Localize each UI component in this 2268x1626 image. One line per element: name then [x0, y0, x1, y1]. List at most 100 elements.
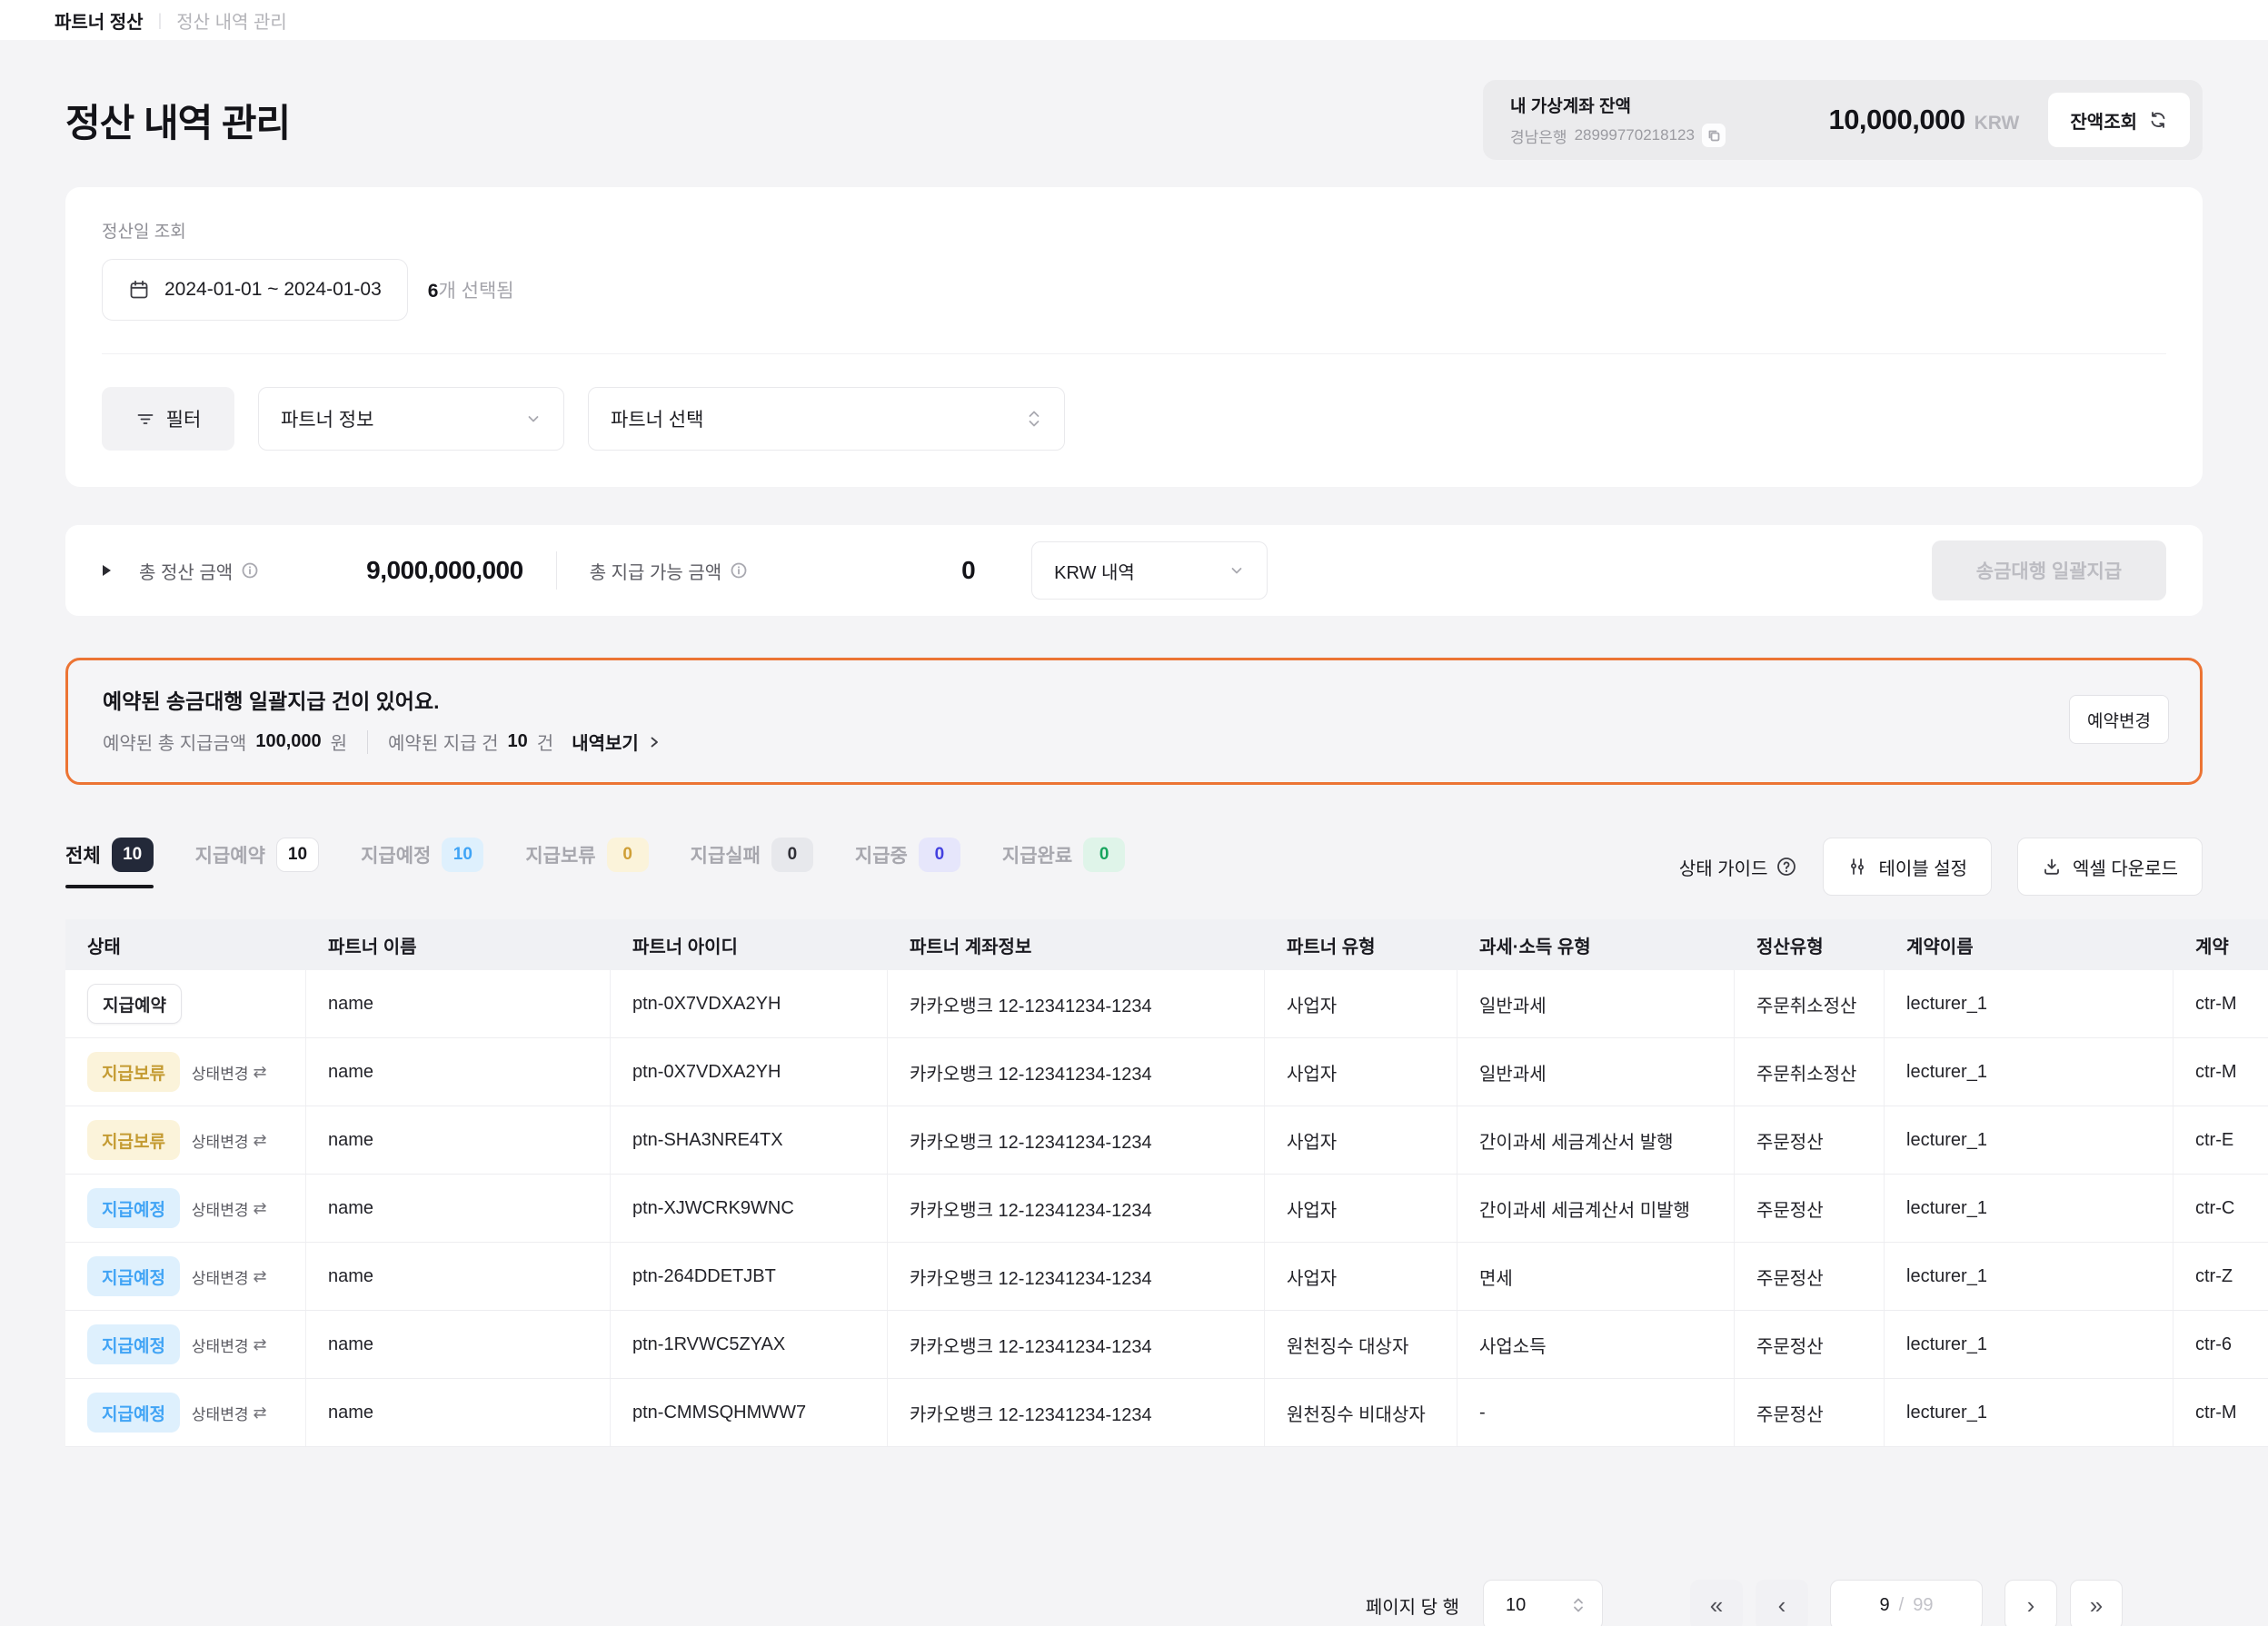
account-number: 28999770218123: [1575, 126, 1695, 144]
status-change-link[interactable]: 상태변경 ⇄: [192, 1402, 267, 1424]
status-guide[interactable]: 상태 가이드: [1679, 854, 1798, 880]
partner-name-cell: name: [306, 1106, 611, 1174]
refresh-icon: [2148, 110, 2168, 130]
info-icon[interactable]: [241, 561, 259, 580]
next-page-button[interactable]: ›: [2004, 1580, 2057, 1626]
tab-지급보류[interactable]: 지급보류0: [525, 838, 648, 888]
status-cell: 지급예약: [65, 970, 306, 1037]
reserved-count-label: 예약된 지급 건: [388, 729, 499, 755]
partner-account-cell: 카카오뱅크 12-12341234-1234: [888, 970, 1265, 1037]
copy-icon[interactable]: [1702, 124, 1726, 147]
partner-account-cell: 카카오뱅크 12-12341234-1234: [888, 1311, 1265, 1378]
tab-count-badge: 0: [1083, 838, 1125, 872]
alert-title: 예약된 송금대행 일괄지급 건이 있어요.: [103, 684, 661, 715]
table-row: 지급예정상태변경 ⇄nameptn-XJWCRK9WNC카카오뱅크 12-123…: [65, 1175, 2268, 1243]
status-badge: 지급예정: [87, 1324, 180, 1364]
table-row: 지급보류상태변경 ⇄nameptn-SHA3NRE4TX카카오뱅크 12-123…: [65, 1106, 2268, 1175]
partner-type-cell: 사업자: [1265, 1175, 1457, 1242]
status-badge: 지급예정: [87, 1393, 180, 1433]
tax-type-cell: 일반과세: [1457, 1038, 1735, 1105]
prev-page-button[interactable]: ‹: [1756, 1580, 1808, 1626]
table-settings-button[interactable]: 테이블 설정: [1823, 838, 1992, 896]
tab-지급중[interactable]: 지급중0: [855, 838, 960, 888]
contract-id-cell: ctr-6: [2174, 1311, 2268, 1378]
breadcrumb-parent[interactable]: 파트너 정산: [55, 7, 144, 34]
tabs-row: 전체10 지급예약10 지급예정10 지급보류0 지급실패0 지급중0 지급완료0 상태 가…: [65, 838, 2203, 896]
page-indicator[interactable]: 9 / 99: [1830, 1580, 1983, 1626]
rows-per-page-value: 10: [1506, 1595, 1526, 1616]
change-reservation-button[interactable]: 예약변경: [2069, 695, 2169, 744]
table-header-cell: 파트너 이름: [306, 932, 611, 958]
partner-name-cell: name: [306, 1175, 611, 1242]
partner-name-cell: name: [306, 970, 611, 1037]
payable-value: 0: [748, 556, 975, 585]
contract-id-cell: ctr-M: [2174, 1379, 2268, 1446]
filter-icon: [135, 409, 155, 429]
status-change-link[interactable]: 상태변경 ⇄: [192, 1197, 267, 1220]
first-page-button[interactable]: «: [1690, 1580, 1743, 1626]
filter-button[interactable]: 필터: [102, 387, 234, 451]
tab-지급예약[interactable]: 지급예약10: [195, 838, 319, 888]
status-change-link[interactable]: 상태변경 ⇄: [192, 1129, 267, 1152]
tax-type-cell: 사업소득: [1457, 1311, 1735, 1378]
partner-id-cell: ptn-1RVWC5ZYAX: [611, 1311, 888, 1378]
excel-download-button[interactable]: 엑셀 다운로드: [2017, 838, 2203, 896]
table-header-row: 상태파트너 이름파트너 아이디파트너 계좌정보파트너 유형과세·소득 유형정산유…: [65, 919, 2268, 970]
table-row: 지급예정 상태변경 ⇄ nameptn-1RVWC5ZYAX카카오뱅크 12-123…: [65, 1311, 2268, 1379]
expand-caret-icon[interactable]: [100, 562, 114, 579]
partner-type-cell: 사업자: [1265, 1038, 1457, 1105]
table-header-cell: 계약이름: [1885, 932, 2174, 958]
filter-card: 정산일 조회 2024-01-01 ~ 2024-01-03 6개 선택됨 필터: [65, 187, 2203, 487]
status-badge: 지급보류: [87, 1052, 180, 1092]
partner-name-cell: name: [306, 1379, 611, 1446]
partner-type-cell: 원천징수 비대상자: [1265, 1379, 1457, 1446]
rows-per-page-select[interactable]: 10: [1483, 1580, 1603, 1626]
partner-account-cell: 카카오뱅크 12-12341234-1234: [888, 1379, 1265, 1446]
contract-id-cell: ctr-E: [2174, 1106, 2268, 1174]
tab-전체[interactable]: 전체10: [65, 838, 154, 888]
settlement-type-cell: 주문취소정산: [1735, 1038, 1885, 1105]
updown-chevron-icon: [1026, 407, 1042, 431]
partner-info-select[interactable]: 파트너 정보: [258, 387, 564, 451]
balance-refresh-button[interactable]: 잔액조회: [2048, 93, 2190, 147]
tab-count-badge: 10: [276, 838, 319, 872]
page-title: 정산 내역 관리: [65, 93, 290, 148]
contract-id-cell: ctr-M: [2174, 1038, 2268, 1105]
tab-지급완료[interactable]: 지급완료0: [1002, 838, 1125, 888]
status-cell: 지급예정 상태변경 ⇄: [65, 1175, 306, 1242]
status-badge: 지급보류: [87, 1120, 180, 1160]
swap-icon: ⇄: [253, 1200, 266, 1216]
partner-type-cell: 원천징수 대상자: [1265, 1311, 1457, 1378]
tax-type-cell: 간이과세 세금계산서 발행: [1457, 1106, 1735, 1174]
tab-지급예정[interactable]: 지급예정10: [361, 838, 483, 888]
partner-account-cell: 카카오뱅크 12-12341234-1234: [888, 1175, 1265, 1242]
selected-count: 6개 선택됨: [428, 276, 514, 303]
settlement-type-cell: 주문정산: [1735, 1243, 1885, 1310]
bulk-pay-button[interactable]: 송금대행 일괄지급: [1932, 540, 2166, 600]
tab-지급실패[interactable]: 지급실패0: [691, 838, 813, 888]
contract-name-cell: lecturer_1: [1885, 970, 2174, 1037]
last-page-button[interactable]: »: [2070, 1580, 2123, 1626]
rows-per-page-label: 페이지 당 행: [1366, 1592, 1459, 1619]
status-cell: 지급보류 상태변경 ⇄: [65, 1106, 306, 1174]
info-icon[interactable]: [730, 561, 748, 580]
settlement-type-cell: 주문정산: [1735, 1106, 1885, 1174]
summary-divider: [556, 551, 557, 590]
alert-meta-divider: [367, 730, 368, 754]
partner-select[interactable]: 파트너 선택: [588, 387, 1065, 451]
partner-account-cell: 카카오뱅크 12-12341234-1234: [888, 1243, 1265, 1310]
partner-name-cell: name: [306, 1311, 611, 1378]
status-badge: 지급예약: [87, 984, 182, 1024]
payable-label: 총 지급 가능 금액: [590, 558, 721, 584]
status-change-link[interactable]: 상태변경 ⇄: [192, 1061, 267, 1084]
partner-id-cell: ptn-264DDETJBT: [611, 1243, 888, 1310]
currency-history-select[interactable]: KRW 내역: [1031, 541, 1268, 600]
tab-count-badge: 0: [607, 838, 649, 872]
status-badge: 지급예정: [87, 1188, 180, 1228]
date-range-picker[interactable]: 2024-01-01 ~ 2024-01-03: [102, 259, 408, 321]
partner-id-cell: ptn-0X7VDXA2YH: [611, 1038, 888, 1105]
swap-icon: ⇄: [253, 1132, 266, 1148]
view-details-link[interactable]: 내역보기: [572, 729, 661, 755]
status-change-link[interactable]: 상태변경 ⇄: [192, 1265, 267, 1288]
status-change-link[interactable]: 상태변경 ⇄: [192, 1334, 267, 1356]
